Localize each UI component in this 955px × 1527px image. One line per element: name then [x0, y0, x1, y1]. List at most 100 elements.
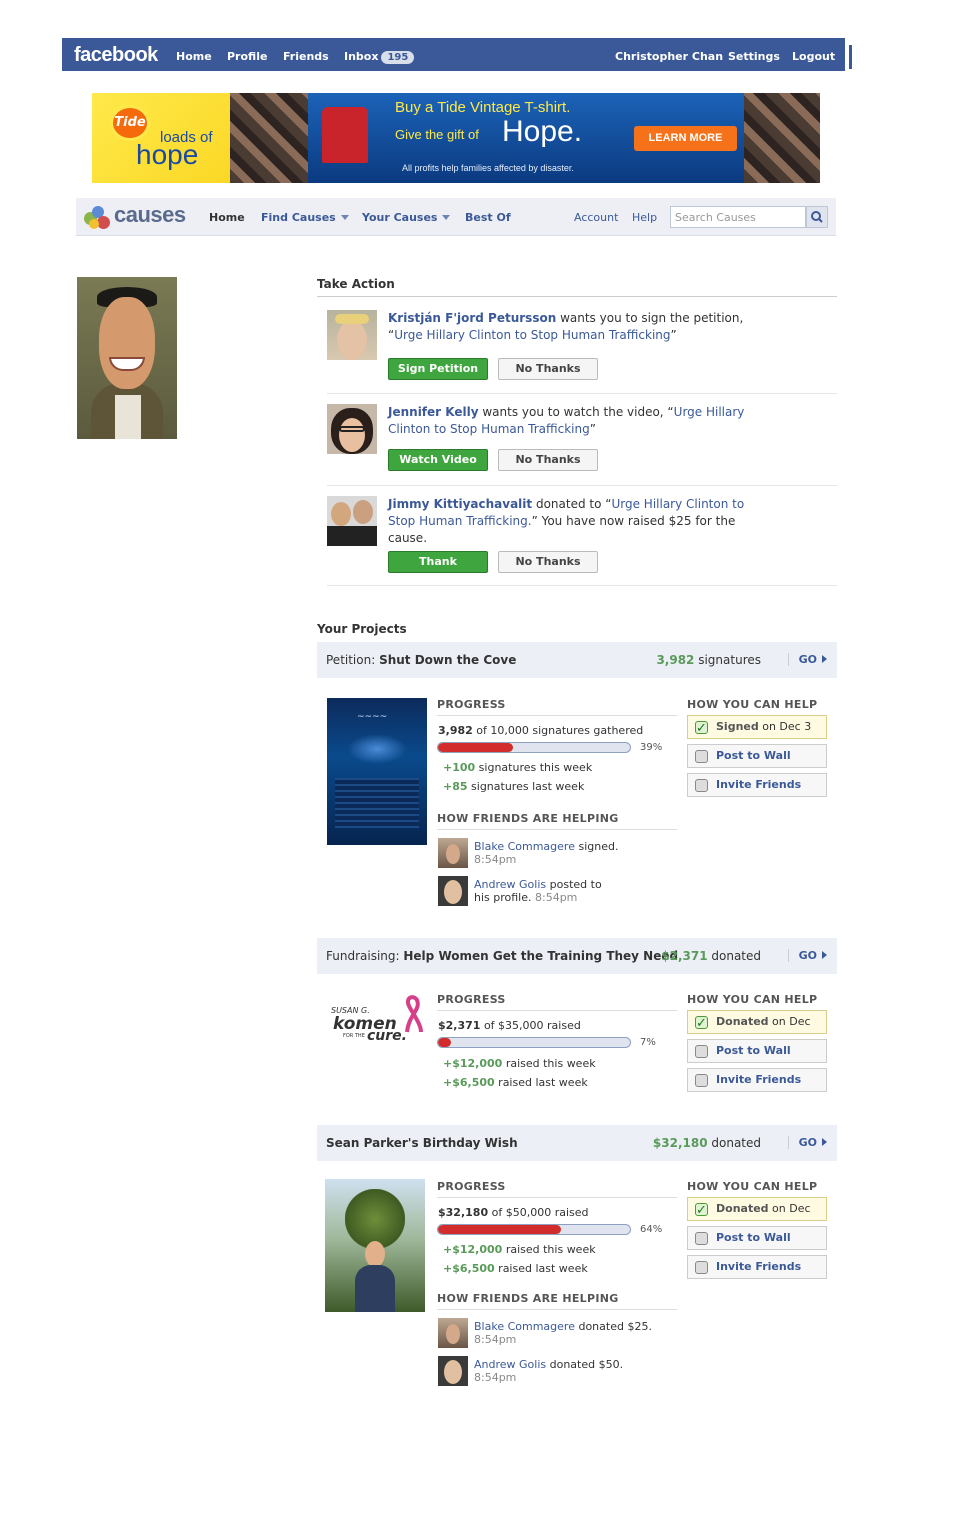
nav-home[interactable]: Home — [176, 50, 212, 63]
causes-nav-home[interactable]: Home — [209, 211, 245, 224]
find-causes-label: Find Causes — [261, 211, 336, 224]
no-thanks-button[interactable]: No Thanks — [498, 358, 598, 380]
help-date: on Dec 3 — [758, 720, 812, 733]
project-count: 3,982 signatures — [656, 653, 761, 667]
sign-petition-button[interactable]: Sign Petition — [388, 358, 488, 380]
your-projects-heading: Your Projects — [317, 622, 407, 636]
divider — [437, 829, 677, 830]
project-header[interactable]: Fundraising: Help Women Get the Training… — [317, 938, 837, 974]
nav-logout[interactable]: Logout — [792, 50, 835, 63]
causes-nav-best[interactable]: Best Of — [465, 211, 511, 224]
post-to-wall-button[interactable]: Post to Wall — [687, 1226, 827, 1250]
friend-link[interactable]: Jimmy Kittiyachavalit — [388, 497, 532, 511]
timestamp: 8:54pm — [474, 1333, 517, 1346]
project-kind: Fundraising: — [326, 949, 404, 963]
go-button[interactable]: GO — [787, 949, 827, 962]
project-count: $2,371 donated — [661, 949, 761, 963]
chevron-down-icon — [340, 215, 349, 220]
profile-picture[interactable] — [77, 277, 177, 439]
sean-parker-photo[interactable] — [325, 1179, 425, 1312]
project-name[interactable]: Sean Parker's Birthday Wish — [326, 1136, 518, 1150]
go-label: GO — [798, 653, 817, 666]
no-thanks-button[interactable]: No Thanks — [498, 449, 598, 471]
help-label: Donated — [716, 1015, 769, 1028]
project-header[interactable]: Petition: Shut Down the Cove 3,982 signa… — [317, 642, 837, 678]
inc-value: +85 — [443, 780, 468, 793]
causes-nav-help[interactable]: Help — [632, 211, 657, 224]
friend-activity: Andrew Golis posted to his profile. 8:54p… — [474, 878, 602, 904]
avatar[interactable] — [327, 404, 377, 454]
tide-ad-banner[interactable]: Tide loads of hope Buy a Tide Vintage T-… — [92, 93, 820, 183]
invite-friends-button[interactable]: Invite Friends — [687, 1255, 827, 1279]
nav-profile[interactable]: Profile — [227, 50, 267, 63]
friend-avatar[interactable] — [438, 1318, 468, 1348]
nav-friends[interactable]: Friends — [283, 50, 329, 63]
go-button[interactable]: GO — [787, 653, 827, 666]
friend-link[interactable]: Andrew Golis — [474, 878, 546, 891]
nav-settings[interactable]: Settings — [728, 50, 780, 63]
nav-user-name[interactable]: Christopher Chan — [615, 50, 723, 63]
ad-fine-print: All profits help families affected by di… — [402, 163, 574, 173]
friend-activity: Blake Commagere signed. 8:54pm — [474, 840, 618, 866]
increase-last-week: +85 signatures last week — [443, 780, 584, 793]
nav-inbox[interactable]: Inbox 195 — [344, 50, 415, 64]
komen-logo-text: FOR THE — [343, 1033, 365, 1039]
friend-link[interactable]: Andrew Golis — [474, 1358, 546, 1371]
invite-friends-button[interactable]: Invite Friends — [687, 773, 827, 797]
ad-give-text: Give the gift of — [395, 127, 479, 142]
post-to-wall-button[interactable]: Post to Wall — [687, 744, 827, 768]
help-label: Signed — [716, 720, 759, 733]
causes-nav-your[interactable]: Your Causes — [362, 211, 451, 224]
search-button[interactable] — [806, 206, 828, 228]
timestamp: 8:54pm — [474, 1371, 517, 1384]
go-button[interactable]: GO — [787, 1136, 827, 1149]
ad-photo-collage-left — [230, 93, 308, 183]
facebook-logo[interactable]: facebook — [74, 44, 158, 67]
project-title: Fundraising: Help Women Get the Training… — [326, 949, 678, 963]
friend-link[interactable]: Blake Commagere — [474, 840, 575, 853]
count-number: $2,371 — [661, 949, 708, 963]
friend-avatar[interactable] — [438, 1356, 468, 1386]
causes-nav-bar: causes Home Find Causes Your Causes Best… — [76, 198, 836, 236]
avatar[interactable] — [327, 310, 377, 360]
cause-link[interactable]: Urge Hillary Clinton to Stop Human Traff… — [394, 328, 670, 342]
no-thanks-button[interactable]: No Thanks — [498, 551, 598, 573]
help-label: Post to Wall — [716, 1231, 791, 1244]
divider — [437, 1010, 677, 1011]
watch-video-button[interactable]: Watch Video — [388, 449, 488, 471]
friend-avatar[interactable] — [438, 838, 468, 868]
progress-goal: of $35,000 raised — [480, 1019, 581, 1032]
inc-value: +$6,500 — [443, 1076, 495, 1089]
causes-logo-icon — [84, 206, 110, 230]
project-title: Sean Parker's Birthday Wish — [326, 1136, 518, 1150]
search-input[interactable]: Search Causes — [670, 206, 806, 228]
friend-link[interactable]: Jennifer Kelly — [388, 405, 479, 419]
causes-nav-account[interactable]: Account — [574, 211, 618, 224]
invite-friends-button[interactable]: Invite Friends — [687, 1068, 827, 1092]
learn-more-button[interactable]: LEARN MORE — [634, 126, 737, 151]
friend-link[interactable]: Blake Commagere — [474, 1320, 575, 1333]
friend-link[interactable]: Kristján F'jord Petursson — [388, 311, 556, 325]
cove-poster-image[interactable]: ~~~~ — [327, 698, 427, 845]
divider — [437, 1309, 677, 1310]
post-to-wall-button[interactable]: Post to Wall — [687, 1039, 827, 1063]
komen-logo[interactable]: SUSAN G. komen FOR THE cure. — [329, 994, 429, 1050]
action-text-post: ” — [589, 422, 596, 436]
checkbox-icon — [695, 1261, 708, 1274]
friend-avatar[interactable] — [438, 876, 468, 906]
help-label: Donated — [716, 1202, 769, 1215]
friend-activity: Andrew Golis donated $50. 8:54pm — [474, 1358, 623, 1384]
project-name[interactable]: Shut Down the Cove — [379, 653, 516, 667]
causes-nav-find[interactable]: Find Causes — [261, 211, 349, 224]
friend-action: posted to — [546, 878, 602, 891]
project-name[interactable]: Help Women Get the Training They Need — [403, 949, 678, 963]
thank-button[interactable]: Thank — [388, 551, 488, 573]
arrow-right-icon — [822, 1138, 827, 1146]
avatar[interactable] — [327, 496, 377, 546]
progress-label: PROGRESS — [437, 698, 506, 711]
go-label: GO — [798, 1136, 817, 1149]
how-you-can-help-label: HOW YOU CAN HELP — [687, 698, 818, 711]
project-header[interactable]: Sean Parker's Birthday Wish $32,180 dona… — [317, 1125, 837, 1161]
inbox-count-badge: 195 — [381, 51, 415, 64]
poster-decoration: ~~~~ — [357, 712, 388, 722]
